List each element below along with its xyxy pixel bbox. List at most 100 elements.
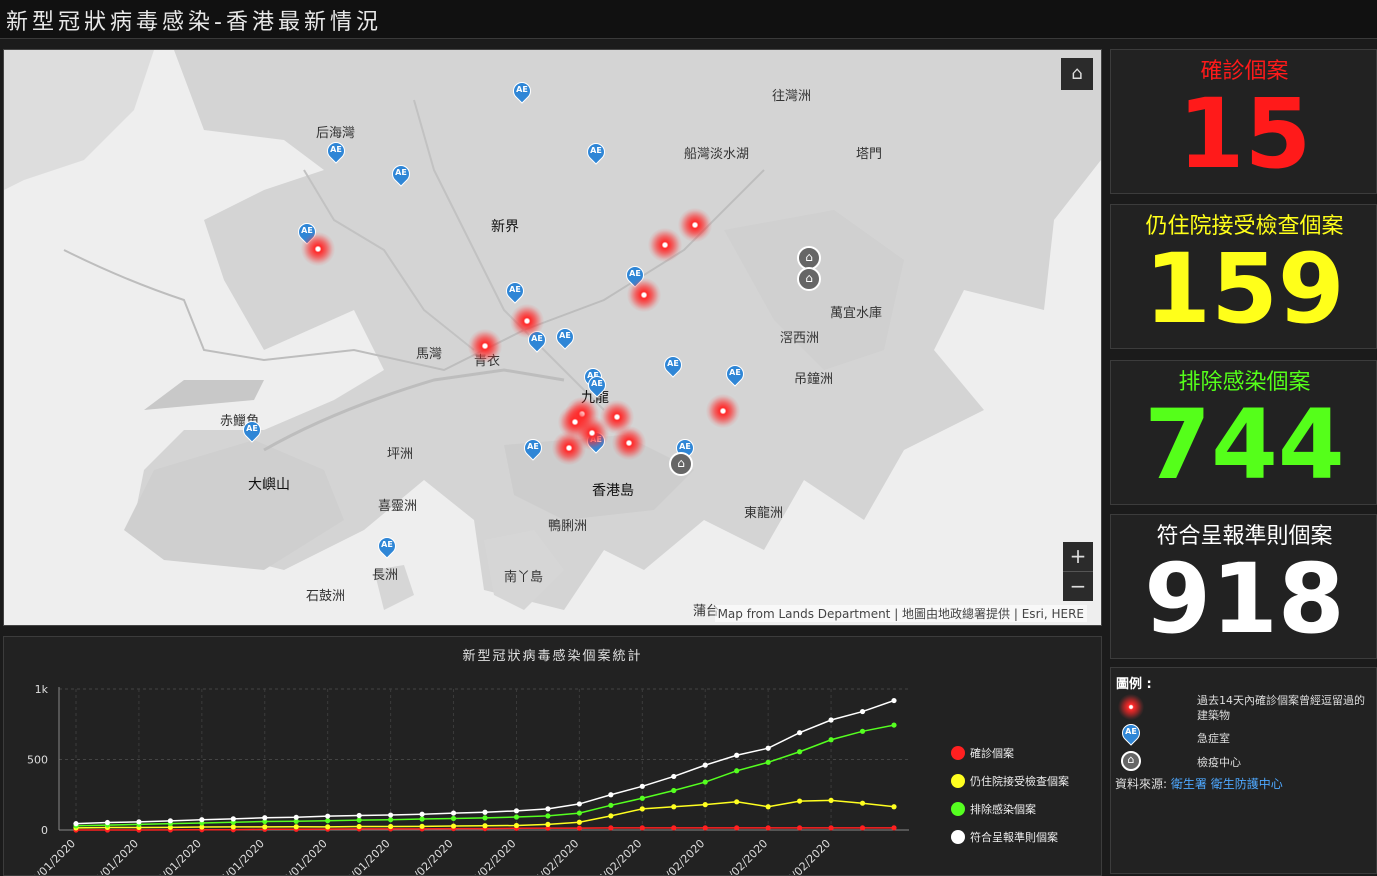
- chart-panel: 新型冠狀病毒感染個案統計 0 500 1k 20/01/2020 22/01/2020 2…: [3, 636, 1102, 876]
- x-tick-label: 22/01/2020: [87, 837, 141, 875]
- place-label: 南丫島: [504, 570, 544, 585]
- ae-marker[interactable]: AE: [520, 435, 546, 463]
- source-link-dh[interactable]: 衛生署: [1171, 777, 1207, 791]
- page-title: 新型冠狀病毒感染-香港最新情況: [6, 10, 382, 35]
- data-point: [859, 708, 866, 715]
- hotspot-marker[interactable]: [648, 228, 682, 262]
- zoom-out-button[interactable]: −: [1063, 571, 1093, 601]
- data-point: [797, 798, 803, 804]
- x-tick-label: 20/01/2020: [24, 837, 78, 875]
- quarantine-marker[interactable]: ⌂: [797, 267, 821, 291]
- hotspot-marker[interactable]: [468, 329, 502, 363]
- data-point: [608, 792, 614, 798]
- legend-marker: [951, 746, 965, 760]
- data-point: [859, 728, 866, 734]
- ae-marker[interactable]: AE: [502, 278, 528, 306]
- place-label: 大嶼山: [248, 477, 290, 493]
- data-point: [293, 824, 299, 830]
- stat-value-hospitalised: 159: [1144, 233, 1345, 345]
- data-point: [419, 811, 425, 817]
- legend-marker: [951, 802, 965, 816]
- data-point: [513, 808, 520, 814]
- legend-marker: [951, 830, 965, 844]
- data-point: [671, 804, 677, 810]
- place-label: 馬灣: [416, 347, 443, 362]
- legend-title: 圖例 :: [1116, 677, 1152, 692]
- series-line: [75, 699, 895, 825]
- stat-card-confirmed: 確診個案 15: [1110, 49, 1377, 194]
- hotspot-marker[interactable]: [510, 304, 544, 338]
- hotspot-marker[interactable]: [627, 278, 661, 312]
- ae-marker[interactable]: AE: [660, 352, 686, 380]
- data-point: [891, 804, 897, 810]
- data-point: [167, 818, 173, 824]
- data-point: [576, 819, 582, 825]
- data-point: [828, 797, 834, 803]
- x-tick-label: 09/02/2020: [653, 837, 707, 875]
- hotspot-marker[interactable]: [706, 394, 740, 428]
- data-point: [262, 824, 268, 830]
- hotspot-icon: [1118, 694, 1144, 720]
- legend-label: 排除感染個案: [970, 802, 1036, 816]
- x-tick-label: 03/02/2020: [465, 837, 519, 875]
- data-point: [608, 813, 614, 819]
- ae-marker[interactable]: AE: [584, 372, 610, 400]
- data-point: [73, 821, 79, 827]
- x-tick-label: 11/02/2020: [716, 837, 770, 875]
- ae-marker[interactable]: AE: [388, 161, 414, 189]
- place-label: 滘西洲: [780, 331, 820, 346]
- y-tick-label: 0: [41, 824, 48, 837]
- legend-label: 確診個案: [970, 746, 1014, 760]
- line-chart: 0 500 1k 20/01/2020 22/01/2020 24/01/2020 26/0…: [24, 683, 1069, 875]
- data-point: [545, 821, 551, 827]
- ae-marker[interactable]: AE: [374, 533, 400, 561]
- legend-label: 符合呈報準則個案: [970, 830, 1058, 844]
- place-label: 塔門: [856, 147, 883, 162]
- place-label: 吊鐘洲: [794, 372, 834, 387]
- data-point: [482, 823, 488, 829]
- map-view[interactable]: 后海灣往灣洲船灣淡水湖塔門新界萬宜水庫滘西洲馬灣青衣吊鐘洲赤鱲角坪洲九龍大嶼山香…: [3, 49, 1102, 626]
- ae-marker[interactable]: AE: [722, 361, 748, 389]
- data-point: [734, 799, 740, 805]
- data-point: [513, 822, 520, 829]
- ae-marker[interactable]: AE: [323, 138, 349, 166]
- legend-item-ae: 急症室: [1197, 732, 1230, 745]
- hotspot-marker[interactable]: [612, 426, 646, 460]
- x-tick-label: 13/02/2020: [779, 837, 833, 875]
- data-point: [734, 752, 740, 758]
- data-point: [891, 722, 897, 728]
- place-label: 后海灣: [316, 126, 356, 141]
- x-tick-label: 26/01/2020: [213, 837, 267, 875]
- data-point: [639, 795, 645, 801]
- ae-marker[interactable]: AE: [509, 78, 535, 106]
- data-point: [608, 825, 614, 831]
- hotspot-marker[interactable]: [301, 232, 335, 266]
- legend-panel: 圖例 : 過去14天內確診個案曾經逗留過的建築物 AE 急症室 ⌂ 檢疫中心 資…: [1110, 667, 1377, 874]
- data-point: [450, 810, 457, 816]
- ae-marker[interactable]: AE: [583, 139, 609, 167]
- place-label: 香港島: [592, 483, 634, 499]
- data-point: [450, 823, 457, 829]
- hotspot-marker[interactable]: [678, 208, 712, 242]
- place-label: 長洲: [372, 568, 399, 583]
- home-button[interactable]: ⌂: [1061, 58, 1093, 90]
- data-point: [104, 819, 111, 826]
- quarantine-marker[interactable]: ⌂: [669, 452, 693, 476]
- ae-marker[interactable]: AE: [552, 324, 578, 352]
- stat-value-reported: 918: [1144, 543, 1345, 655]
- ae-marker[interactable]: AE: [239, 417, 265, 445]
- data-point: [136, 819, 142, 825]
- stat-card-reported: 符合呈報準則個案 918: [1110, 514, 1377, 659]
- source-link-chp[interactable]: 衛生防護中心: [1211, 777, 1283, 791]
- place-label: 坪洲: [387, 447, 414, 462]
- x-tick-label: 24/01/2020: [150, 837, 204, 875]
- hotspot-marker[interactable]: [552, 431, 586, 465]
- data-point: [671, 787, 677, 794]
- data-point: [702, 779, 708, 785]
- data-point: [639, 783, 645, 789]
- zoom-in-button[interactable]: +: [1063, 542, 1093, 571]
- data-point: [891, 697, 897, 704]
- data-point: [797, 749, 803, 755]
- data-point: [576, 810, 582, 816]
- data-point: [482, 815, 488, 821]
